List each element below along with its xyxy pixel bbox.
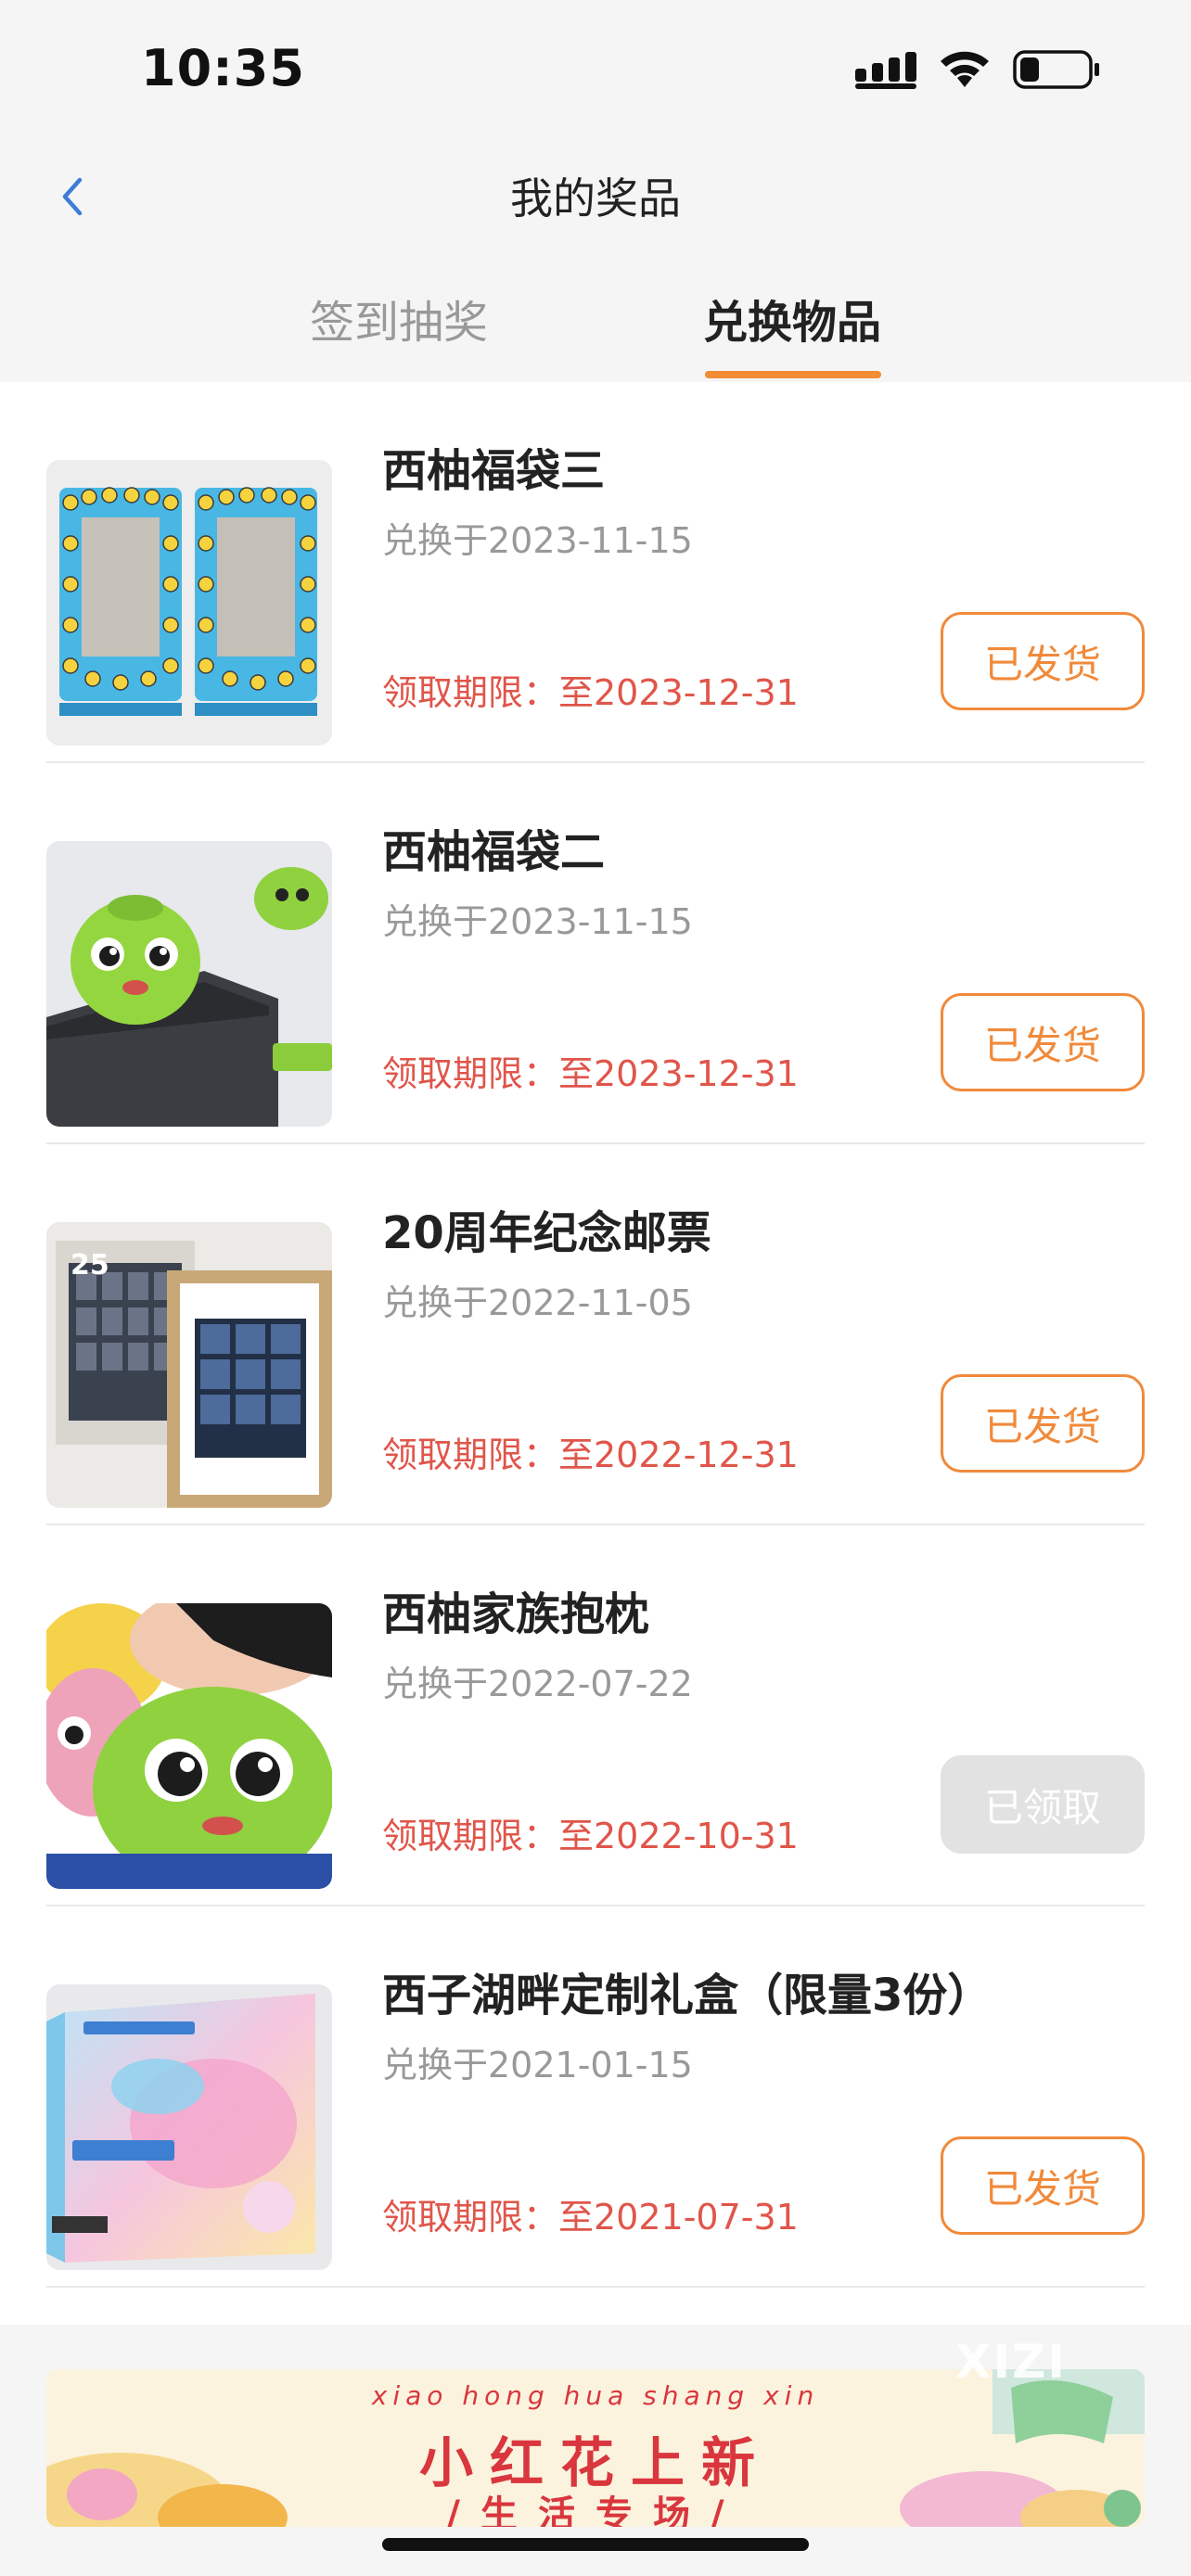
exchange-date: 兑换于2022-11-05 — [382, 1282, 693, 1323]
prize-list: 西柚福袋三 兑换于2023-11-15 领取期限：至2023-12-31 已发货 — [0, 382, 1191, 2325]
page-title: 我的奖品 — [510, 173, 681, 223]
home-indicator[interactable] — [382, 2538, 809, 2551]
banner-subtitle: /生活专场/ — [446, 2493, 745, 2527]
nav-bar: 我的奖品 — [0, 139, 1191, 250]
tab-bar: 签到抽奖 兑换物品 — [0, 269, 1191, 382]
shipped-status-button[interactable]: 已发货 — [941, 1374, 1145, 1473]
prize-image-gift-box — [46, 1984, 332, 2270]
list-item[interactable]: 西柚福袋二 兑换于2023-11-15 领取期限：至2023-12-31 已发货 — [46, 763, 1145, 1144]
claim-deadline: 领取期限：至2021-07-31 — [382, 2197, 799, 2238]
prize-image-stamp-frame: 25 — [46, 1222, 332, 1508]
battery-icon — [1013, 50, 1099, 89]
wifi-icon — [941, 51, 989, 87]
active-tab-indicator — [705, 371, 881, 378]
prize-image-mascot-pillow — [46, 1603, 332, 1889]
status-bar: 10:35 — [0, 0, 1191, 130]
list-item[interactable]: 西柚家族抱枕 兑换于2022-07-22 领取期限：至2022-10-31 已领… — [46, 1525, 1145, 1906]
page: 10:35 我的奖品 签到抽奖 兑换物品 西柚福袋三 兑换于2023-11-15… — [0, 0, 1191, 2576]
exchange-date: 兑换于2023-11-15 — [382, 901, 693, 942]
stamp-badge-text: 25 — [70, 1249, 109, 1282]
status-time: 10:35 — [141, 39, 305, 97]
promo-banner[interactable]: xiao hong hua shang xin 小红花上新 /生活专场/ — [46, 2369, 1145, 2527]
claim-deadline: 领取期限：至2023-12-31 — [382, 1053, 799, 1094]
shipped-status-button[interactable]: 已发货 — [941, 612, 1145, 710]
prize-image-photo-frames — [46, 460, 332, 746]
list-item[interactable]: 西子湖畔定制礼盒（限量3份） 兑换于2021-01-15 领取期限：至2021-… — [46, 1906, 1145, 2288]
tab-exchange-items[interactable]: 兑换物品 — [672, 286, 913, 351]
exchange-date: 兑换于2022-07-22 — [382, 1664, 693, 1704]
watermark-logo: XIZI — [955, 2335, 1068, 2389]
shipped-status-button[interactable]: 已发货 — [941, 993, 1145, 1091]
prize-title: 西柚家族抱枕 — [382, 1588, 650, 1640]
prize-title: 西柚福袋二 — [382, 826, 606, 878]
list-item[interactable]: 25 20周年纪念邮票 兑换于2022-11-05 领取期限：至2022-12-… — [46, 1144, 1145, 1525]
claim-deadline: 领取期限：至2022-10-31 — [382, 1816, 799, 1856]
exchange-date: 兑换于2023-11-15 — [382, 520, 693, 561]
claimed-status-button[interactable]: 已领取 — [941, 1755, 1145, 1854]
shipped-status-button[interactable]: 已发货 — [941, 2136, 1145, 2235]
signal-icon — [855, 52, 916, 89]
claim-deadline: 领取期限：至2023-12-31 — [382, 672, 799, 713]
prize-title: 20周年纪念邮票 — [382, 1207, 711, 1259]
claim-deadline: 领取期限：至2022-12-31 — [382, 1435, 799, 1475]
prize-title: 西柚福袋三 — [382, 445, 606, 497]
list-item[interactable]: 西柚福袋三 兑换于2023-11-15 领取期限：至2023-12-31 已发货 — [46, 382, 1145, 763]
tab-sign-in-lottery[interactable]: 签到抽奖 — [278, 286, 519, 351]
exchange-date: 兑换于2021-01-15 — [382, 2045, 693, 2085]
prize-title: 西子湖畔定制礼盒（限量3份） — [382, 1970, 992, 2021]
prize-image-green-mascot-usb — [46, 841, 332, 1127]
